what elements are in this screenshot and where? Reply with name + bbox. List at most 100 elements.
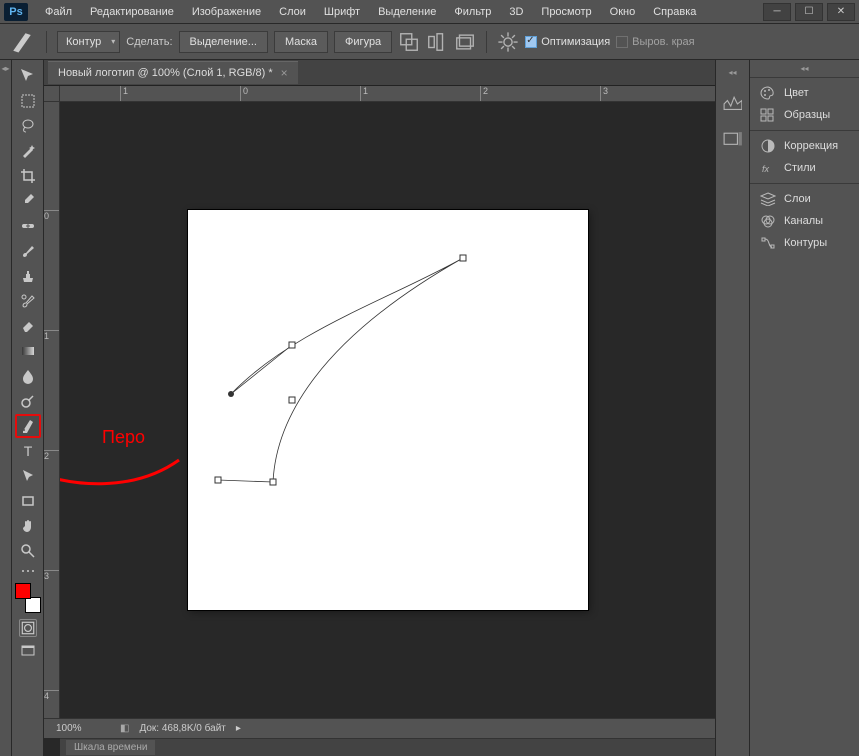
panel-layers[interactable]: Слои <box>750 188 859 210</box>
styles-icon: fx <box>760 161 776 175</box>
history-brush-tool[interactable] <box>15 289 41 313</box>
quick-mask-toggle[interactable] <box>19 619 37 637</box>
panel-channels[interactable]: Каналы <box>750 210 859 232</box>
menu-filter[interactable]: Фильтр <box>445 3 500 21</box>
brush-tool[interactable] <box>15 239 41 263</box>
menu-type[interactable]: Шрифт <box>315 3 369 21</box>
panel-label: Коррекция <box>784 140 838 152</box>
status-bar: 100% ◧ Док: 468,8K/0 байт ▸ <box>44 718 715 738</box>
path-selection-tool[interactable] <box>15 464 41 488</box>
make-selection-button[interactable]: Выделение... <box>179 31 268 53</box>
palette-icon <box>760 86 776 100</box>
gradient-tool[interactable] <box>15 339 41 363</box>
document-tab-title: Новый логотип @ 100% (Слой 1, RGB/8) * <box>58 67 273 79</box>
pen-path[interactable] <box>188 210 588 610</box>
doc-info-menu-icon[interactable]: ▸ <box>236 723 241 734</box>
lasso-tool[interactable] <box>15 114 41 138</box>
eyedropper-tool[interactable] <box>15 189 41 213</box>
tool-preset-icon[interactable] <box>8 31 36 53</box>
foreground-swatch[interactable] <box>15 583 31 599</box>
panel-label: Образцы <box>784 109 830 121</box>
marquee-tool[interactable] <box>15 89 41 113</box>
timeline-panel-tab[interactable]: Шкала времени <box>60 738 715 756</box>
document-tab[interactable]: Новый логотип @ 100% (Слой 1, RGB/8) * × <box>48 61 298 84</box>
menubar: Файл Редактирование Изображение Слои Шри… <box>36 3 705 21</box>
canvas-viewport[interactable]: Перо <box>60 102 715 718</box>
histogram-icon[interactable] <box>723 95 743 113</box>
move-tool[interactable] <box>15 64 41 88</box>
annotation-label: Перо <box>102 427 145 448</box>
pen-mode-dropdown[interactable]: Контур <box>57 31 120 53</box>
clone-stamp-tool[interactable] <box>15 264 41 288</box>
menu-image[interactable]: Изображение <box>183 3 270 21</box>
panel-paths[interactable]: Контуры <box>750 232 859 254</box>
menu-3d[interactable]: 3D <box>500 3 532 21</box>
color-swatches[interactable] <box>15 583 41 613</box>
options-bar: Контур Сделать: Выделение... Маска Фигур… <box>0 24 859 60</box>
close-button[interactable]: ✕ <box>827 3 855 21</box>
swatches-icon <box>760 108 776 122</box>
menu-edit[interactable]: Редактирование <box>81 3 183 21</box>
path-ops-icon[interactable] <box>398 31 420 53</box>
ruler-horizontal[interactable]: 1 0 1 2 3 <box>60 86 715 102</box>
panel-label: Каналы <box>784 215 823 227</box>
menu-window[interactable]: Окно <box>601 3 645 21</box>
hand-tool[interactable] <box>15 514 41 538</box>
adjustments-icon <box>760 139 776 153</box>
svg-text:T: T <box>23 443 32 459</box>
panel-swatches[interactable]: Образцы <box>750 104 859 126</box>
navigator-icon[interactable] <box>723 131 743 149</box>
document-area: Новый логотип @ 100% (Слой 1, RGB/8) * ×… <box>44 60 715 756</box>
panel-styles[interactable]: fx Стили <box>750 157 859 179</box>
channels-icon <box>760 214 776 228</box>
menu-view[interactable]: Просмотр <box>532 3 600 21</box>
eraser-tool[interactable] <box>15 314 41 338</box>
menu-file[interactable]: Файл <box>36 3 81 21</box>
pen-tool[interactable] <box>15 414 41 438</box>
collapsed-panels-rail: ◂◂ <box>715 60 749 756</box>
panel-adjustments[interactable]: Коррекция <box>750 135 859 157</box>
background-swatch[interactable] <box>25 597 41 613</box>
dodge-tool[interactable] <box>15 389 41 413</box>
opt-align-edges-check[interactable]: Выров. края <box>616 36 694 48</box>
window-controls: ─ ☐ ✕ <box>759 3 855 21</box>
doc-info[interactable]: Док: 468,8K/0 байт <box>139 723 225 734</box>
panel-label: Контуры <box>784 237 827 249</box>
menu-help[interactable]: Справка <box>644 3 705 21</box>
zoom-level[interactable]: 100% <box>50 723 110 734</box>
zoom-tool[interactable] <box>15 539 41 563</box>
minimize-button[interactable]: ─ <box>763 3 791 21</box>
ruler-corner <box>44 86 60 102</box>
make-shape-button[interactable]: Фигура <box>334 31 392 53</box>
blur-tool[interactable] <box>15 364 41 388</box>
maximize-button[interactable]: ☐ <box>795 3 823 21</box>
crop-tool[interactable] <box>15 164 41 188</box>
right-panels: ◂◂ Цвет Образцы Коррекция fx Стили <box>749 60 859 756</box>
path-arrange-icon[interactable] <box>454 31 476 53</box>
titlebar: Ps Файл Редактирование Изображение Слои … <box>0 0 859 24</box>
annotation-arrow <box>60 452 184 492</box>
panel-color[interactable]: Цвет <box>750 82 859 104</box>
nav-preview-icon[interactable]: ◧ <box>120 723 129 734</box>
rectangle-tool[interactable] <box>15 489 41 513</box>
document-tabs: Новый логотип @ 100% (Слой 1, RGB/8) * × <box>44 60 715 86</box>
menu-select[interactable]: Выделение <box>369 3 445 21</box>
path-align-icon[interactable] <box>426 31 448 53</box>
opt-rubber-band-check[interactable]: Оптимизация <box>525 36 610 48</box>
magic-wand-tool[interactable] <box>15 139 41 163</box>
screen-mode-button[interactable] <box>15 639 41 663</box>
gear-icon[interactable] <box>497 31 519 53</box>
tab-close-icon[interactable]: × <box>281 66 288 80</box>
type-tool[interactable]: T <box>15 439 41 463</box>
edit-toolbar-icon[interactable] <box>15 564 41 578</box>
make-mask-button[interactable]: Маска <box>274 31 328 53</box>
app-logo: Ps <box>4 3 28 21</box>
svg-text:fx: fx <box>762 164 770 174</box>
healing-brush-tool[interactable] <box>15 214 41 238</box>
layers-icon <box>760 192 776 206</box>
ruler-vertical[interactable]: 0 1 2 3 4 <box>44 102 60 718</box>
toolbar-collapse-strip[interactable]: ◂▸ <box>0 60 12 756</box>
menu-layers[interactable]: Слои <box>270 3 315 21</box>
canvas[interactable] <box>188 210 588 610</box>
paths-icon <box>760 236 776 250</box>
